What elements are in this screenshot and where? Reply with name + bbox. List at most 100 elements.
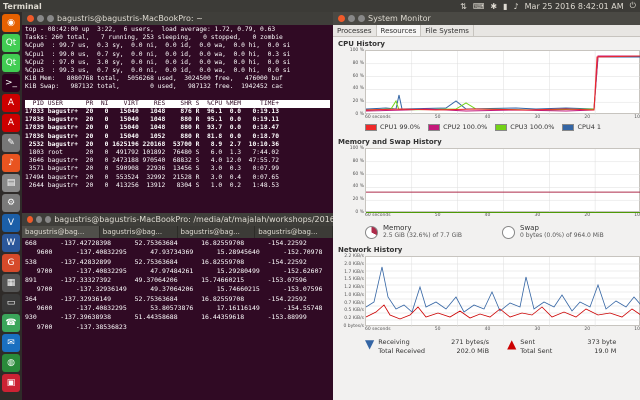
process-row: 17494 bagustr+ 20 0 553524 32992 21528 R…: [25, 173, 280, 181]
output-line: 891 -137.33327392 49.37064206 15.7466021…: [25, 276, 307, 285]
cpu3-line: [366, 55, 640, 111]
y-tick-label: 1.0 KiB/s: [344, 292, 364, 298]
maximize-icon[interactable]: [45, 216, 52, 223]
output-line: 9700 -137.40832295 47.97484261 15.292804…: [25, 266, 323, 275]
memory-graph-svg: [366, 149, 640, 213]
system-monitor-titlebar[interactable]: System Monitor: [333, 12, 640, 25]
minimize-icon[interactable]: [348, 15, 355, 22]
swap-value: 0 bytes (0.0%) of 964.0 MiB: [520, 232, 604, 239]
close-icon[interactable]: [27, 15, 34, 22]
cpu1-line: [366, 55, 640, 111]
sending-line: [366, 304, 640, 320]
sending-label: Sent: [520, 338, 536, 346]
mail-launcher[interactable]: ✉: [2, 334, 20, 352]
download-arrow-icon[interactable]: ▼: [365, 338, 374, 356]
y-tick-label: 0.2 KiB/s: [344, 316, 364, 322]
acrobat-launcher[interactable]: A: [2, 94, 20, 112]
firefox-launcher[interactable]: ◉: [2, 14, 20, 32]
battery-icon[interactable]: ▮: [503, 2, 507, 11]
color-swatch[interactable]: [428, 123, 441, 131]
cpu-legend-item[interactable]: CPU2 100.0%: [428, 123, 487, 131]
cpu-legend-label: CPU4 1: [577, 123, 602, 131]
app-launcher[interactable]: ▦: [2, 274, 20, 292]
terminal-top-titlebar[interactable]: bagustris@bagustris-MacBookPro: ~: [22, 12, 333, 25]
upload-arrow-icon[interactable]: ▲: [507, 338, 516, 356]
clock[interactable]: Mar 25 2016 8:42:01 AM: [525, 2, 624, 11]
total-received-value: 202.0 MiB: [456, 347, 490, 355]
virtualbox-launcher[interactable]: V: [2, 214, 20, 232]
output-line: 9600 -137.40832295 53.80573876 17.161161…: [25, 304, 323, 313]
terminal-top-window[interactable]: bagustris@bagustris-MacBookPro: ~ top - …: [22, 12, 333, 220]
music-launcher[interactable]: ♪: [2, 154, 20, 172]
memory-label: Memory: [383, 224, 412, 232]
tab-processes[interactable]: Processes: [333, 25, 377, 36]
minimize-icon[interactable]: [36, 216, 43, 223]
tab-file-systems[interactable]: File Systems: [421, 25, 474, 36]
network-icon[interactable]: ⇅: [460, 2, 467, 11]
process-row: 17833 bagustr+ 20 0 15040 1048 876 R 96.…: [25, 108, 280, 116]
x-tick-label: 40: [484, 213, 491, 218]
terminal-bottom-titlebar[interactable]: bagustris@bagustris-MacBookPro: /media/a…: [22, 213, 333, 226]
x-tick-label: 10: [634, 327, 640, 332]
x-tick-label: 40: [484, 115, 491, 120]
bluetooth-icon[interactable]: ✱: [490, 2, 497, 11]
settings-launcher[interactable]: ⚙: [2, 194, 20, 212]
monitor-launcher[interactable]: ▭: [2, 294, 20, 312]
maximize-icon[interactable]: [47, 15, 54, 22]
top-summary-line: top - 08:42:00 up 3:22, 6 users, load av…: [25, 26, 276, 33]
terminal-tab-4[interactable]: bagustris@bag...: [255, 226, 332, 238]
git-launcher[interactable]: G: [2, 254, 20, 272]
network-graph: 2.2 KiB/s 2.0 KiB/s 1.7 KiB/s 1.5 KiB/s 1.2 …: [343, 254, 640, 329]
top-summary-line: %Cpu2 : 97.0 us, 3.0 sy, 0.0 ni, 0.0 id,…: [25, 58, 291, 66]
cpu-legend-item[interactable]: CPU4 1: [562, 123, 601, 131]
y-tick-label: 20 %: [352, 99, 364, 105]
sound-icon[interactable]: ♪: [514, 2, 519, 11]
maps-launcher[interactable]: ◍: [2, 354, 20, 372]
terminal-bottom-window[interactable]: bagustris@bagustris-MacBookPro: /media/a…: [22, 213, 333, 400]
close-icon[interactable]: [27, 216, 34, 223]
maximize-icon[interactable]: [358, 15, 365, 22]
color-swatch[interactable]: [495, 123, 508, 131]
color-swatch[interactable]: [365, 123, 377, 131]
output-line: 9600 -137.40832295 47.93734369 15.289456…: [25, 248, 323, 257]
calendar-launcher[interactable]: ▣: [2, 374, 20, 392]
close-icon[interactable]: [338, 15, 345, 22]
process-row: 3571 bagustr+ 20 0 590908 22936 13456 S …: [25, 165, 280, 173]
minimize-icon[interactable]: [37, 15, 44, 22]
terminal-bottom-title: bagustris@bagustris-MacBookPro: /media/a…: [54, 215, 333, 224]
terminal-launcher[interactable]: >_: [2, 74, 20, 92]
chat-launcher[interactable]: ☎: [2, 314, 20, 332]
swap-pie-icon[interactable]: [502, 226, 516, 239]
editor-launcher[interactable]: ✎: [2, 134, 20, 152]
terminal-tab-3[interactable]: bagustris@bag...: [177, 226, 255, 238]
y-tick-label: 0 %: [355, 112, 364, 117]
keyboard-icon[interactable]: ⌨: [473, 2, 485, 11]
tab-resources[interactable]: Resources: [376, 25, 422, 36]
y-tick-label: 1.5 KiB/s: [344, 277, 364, 283]
power-icon[interactable]: ⏻: [630, 1, 636, 11]
cpu-legend-item[interactable]: CPU3 100.0%: [495, 123, 554, 131]
cpu-graph: 100 % 80 % 60 % 40 % 20 % 0 %: [350, 48, 640, 117]
files-launcher[interactable]: ▤: [2, 174, 20, 192]
terminal-output[interactable]: 668 -137.42728398 52.75363684 16.8255970…: [22, 238, 333, 333]
qt-launcher-2[interactable]: Qt: [2, 54, 20, 72]
x-tick-label: 20: [584, 115, 591, 120]
acrobat-launcher-2[interactable]: A: [2, 114, 20, 132]
qt-launcher[interactable]: Qt: [2, 34, 20, 52]
top-output[interactable]: top - 08:42:00 up 3:22, 6 users, load av…: [22, 25, 333, 191]
color-swatch[interactable]: [562, 123, 575, 131]
sending-info: ▲ Sent Total Sent 373 byte 19.0 M: [507, 338, 616, 356]
system-monitor-tabs: Processes Resources File Systems: [333, 25, 640, 37]
terminal-tab-2[interactable]: bagustris@bag...: [99, 226, 177, 238]
y-tick-label: 0 bytes/s: [343, 324, 364, 329]
system-monitor-window[interactable]: System Monitor Processes Resources File …: [333, 12, 640, 400]
memory-pie-icon[interactable]: [365, 226, 378, 239]
word-launcher[interactable]: W: [2, 234, 20, 252]
process-row: 17838 bagustr+ 20 0 15040 1048 880 R 95.…: [25, 116, 280, 124]
top-summary-line: %Cpu0 : 99.7 us, 0.3 sy, 0.0 ni, 0.0 id,…: [25, 42, 291, 50]
terminal-top-title: bagustris@bagustris-MacBookPro: ~: [57, 14, 203, 23]
y-tick-label: 0 %: [355, 210, 364, 215]
y-tick-label: 80 %: [352, 60, 364, 66]
cpu-legend-item[interactable]: CPU1 99.0%: [365, 123, 420, 131]
terminal-tab-1[interactable]: bagustris@bag...: [22, 226, 99, 238]
